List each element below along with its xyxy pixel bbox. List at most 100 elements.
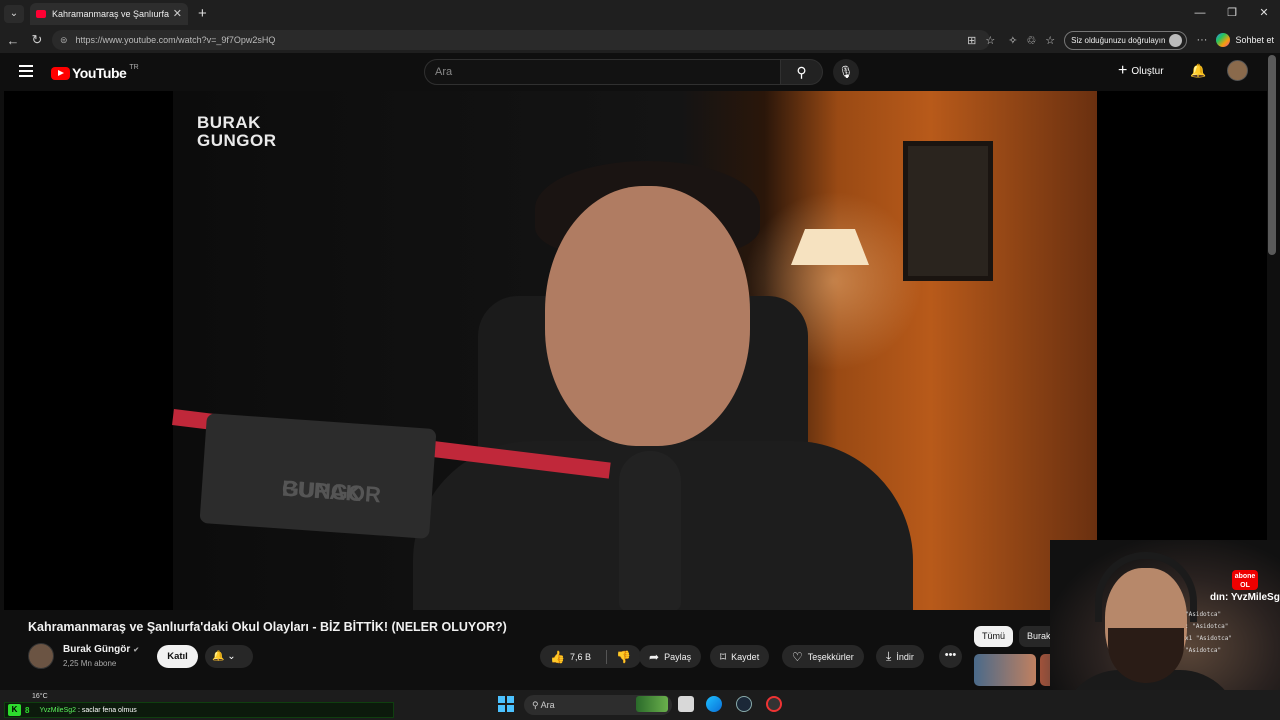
microphone-icon: 🎙 bbox=[838, 65, 854, 79]
minimize-icon[interactable]: — bbox=[1184, 0, 1216, 27]
youtube-logo[interactable]: YouTube TR bbox=[51, 64, 139, 81]
like-count: 7,6 B bbox=[569, 651, 591, 662]
channel-avatar[interactable] bbox=[28, 643, 54, 669]
task-view-icon[interactable] bbox=[678, 696, 694, 712]
wall-picture-frame bbox=[903, 141, 993, 281]
mount-text-2: GUNGOR bbox=[281, 475, 382, 508]
youtube-header: YouTube TR Ara ⚲ 🎙 + Oluştur 🔔 bbox=[0, 53, 1280, 91]
verify-label: Siz olduğunuzu doğrulayın bbox=[1071, 35, 1166, 45]
page-scrollbar[interactable] bbox=[1268, 55, 1276, 255]
download-label: İndir bbox=[896, 651, 914, 662]
url-text: https://www.youtube.com/watch?v=_9f7Opw2… bbox=[75, 35, 276, 45]
verify-identity-button[interactable]: Siz olduğunuzu doğrulayın bbox=[1064, 30, 1188, 50]
chat-ticker-message: YvzMileSg2 : saclar fena olmus bbox=[39, 707, 136, 714]
create-label: Oluştur bbox=[1131, 65, 1164, 77]
browser-tab-active[interactable]: Kahramanmaraş ve Şanlıurfa'daki Okul Ola… bbox=[30, 2, 188, 25]
channel-name-text: Burak Güngör bbox=[63, 644, 131, 655]
search-icon: ⚲ bbox=[796, 64, 807, 80]
weather-widget[interactable]: 16°C bbox=[32, 693, 48, 700]
join-button[interactable]: Katıl bbox=[157, 645, 198, 668]
like-button[interactable]: 👍 7,6 B 👎 bbox=[540, 645, 641, 668]
reload-icon[interactable]: ↻ bbox=[25, 32, 49, 48]
steam-icon[interactable] bbox=[736, 696, 752, 712]
like-divider bbox=[605, 649, 607, 664]
chat-line: x1 "Asidotca" bbox=[1185, 635, 1232, 642]
recommended-video-thumbnail[interactable] bbox=[974, 654, 1036, 686]
app-available-icon[interactable]: ⊞ bbox=[967, 34, 976, 47]
share-arrow-icon: ➦ bbox=[649, 649, 660, 664]
tab-title: Kahramanmaraş ve Şanlıurfa'daki Okul Ola… bbox=[52, 8, 169, 19]
copilot-label: Sohbet et bbox=[1235, 35, 1274, 45]
notifications-bell-icon[interactable]: 🔔 bbox=[1190, 63, 1206, 79]
edge-browser-icon[interactable] bbox=[706, 696, 722, 712]
mic-arm-mount: BURAK GUNGOR bbox=[199, 413, 437, 539]
subscription-notifications-button[interactable]: 🔔 ⌄ bbox=[205, 645, 253, 668]
chat-message-text: : saclar fena olmus bbox=[76, 706, 137, 714]
url-field[interactable]: ⊜ https://www.youtube.com/watch?v=_9f7Op… bbox=[52, 30, 990, 50]
presenter-face bbox=[545, 186, 750, 446]
video-title: Kahramanmaraş ve Şanlıurfa'daki Okul Ola… bbox=[28, 620, 507, 634]
thanks-label: Teşekkürler bbox=[807, 651, 854, 662]
chat-line: "Asidotca" bbox=[1185, 611, 1222, 618]
windows-start-icon[interactable] bbox=[498, 696, 514, 712]
tab-close-icon[interactable]: ✕ bbox=[173, 7, 182, 20]
temperature: 16°C bbox=[32, 693, 48, 700]
chat-line: "Asidotca" bbox=[1185, 647, 1222, 654]
bell-icon: 🔔 bbox=[212, 651, 225, 662]
back-icon[interactable]: ← bbox=[1, 33, 25, 48]
download-button[interactable]: ⤓ İndir bbox=[876, 645, 924, 668]
create-button[interactable]: + Oluştur bbox=[1118, 63, 1164, 79]
taskbar-search-placeholder: Ara bbox=[540, 700, 555, 710]
save-label: Kaydet bbox=[731, 651, 760, 662]
youtube-wordmark: YouTube bbox=[72, 65, 127, 81]
viewer-count: 8 bbox=[25, 705, 30, 715]
headphones-icon bbox=[1095, 552, 1197, 622]
new-tab-icon[interactable]: + bbox=[198, 5, 207, 22]
voice-search-button[interactable]: 🎙 bbox=[833, 59, 859, 85]
thumbs-down-icon[interactable]: 👎 bbox=[616, 650, 631, 664]
chevron-down-icon: ⌄ bbox=[227, 651, 236, 662]
window-close-icon[interactable]: ✕ bbox=[1248, 0, 1280, 27]
save-button[interactable]: ⌑ Kaydet bbox=[710, 645, 770, 668]
extensions-icon[interactable]: ✧ bbox=[1008, 34, 1017, 47]
copilot-button[interactable]: Sohbet et bbox=[1216, 33, 1274, 47]
favorite-star-icon[interactable]: ☆ bbox=[985, 34, 995, 47]
kick-logo-icon: K bbox=[8, 704, 21, 716]
channel-watermark: BURAK GUNGOR bbox=[197, 114, 277, 150]
window-controls: — ❐ ✕ bbox=[1184, 0, 1280, 27]
youtube-play-icon bbox=[51, 66, 70, 80]
watermark-line-2: GUNGOR bbox=[197, 131, 277, 150]
microphone bbox=[619, 451, 681, 610]
chat-username: YvzMileSg2 bbox=[39, 706, 77, 714]
subscribe-overlay-badge: abone OL bbox=[1232, 570, 1258, 590]
obs-recording-icon[interactable] bbox=[766, 696, 782, 712]
browser-essentials-icon[interactable]: ♲ bbox=[1026, 34, 1036, 47]
restore-icon[interactable]: ❐ bbox=[1216, 0, 1248, 27]
settings-more-icon[interactable]: ··· bbox=[1196, 34, 1207, 46]
verified-icon: ✔ bbox=[133, 647, 140, 654]
bookmark-icon: ⌑ bbox=[720, 649, 727, 664]
abone-text: abone bbox=[1234, 573, 1256, 580]
address-bar-row: ← ↻ ⊜ https://www.youtube.com/watch?v=_9… bbox=[0, 27, 1280, 53]
favorites-icon[interactable]: ☆ bbox=[1045, 34, 1055, 47]
channel-name[interactable]: Burak Güngör ✔ bbox=[63, 644, 139, 655]
menu-hamburger-icon[interactable] bbox=[19, 65, 33, 77]
search-highlight-icon bbox=[636, 696, 668, 712]
address-bar-actions: ⊞ ☆ ✧ ♲ ☆ Siz olduğunuzu doğrulayın ··· … bbox=[967, 30, 1274, 50]
search-input[interactable]: Ara bbox=[424, 59, 781, 85]
share-label: Paylaş bbox=[664, 651, 692, 662]
video-player[interactable]: BURAK GUNGOR BURAK GUNGOR bbox=[4, 91, 1267, 610]
super-thanks-icon: ♡ bbox=[792, 649, 803, 664]
youtube-favicon-icon bbox=[36, 9, 46, 18]
share-button[interactable]: ➦ Paylaş bbox=[639, 645, 702, 668]
thanks-button[interactable]: ♡ Teşekkürler bbox=[782, 645, 864, 668]
search-button[interactable]: ⚲ bbox=[781, 59, 823, 85]
more-actions-icon[interactable]: ••• bbox=[939, 645, 962, 668]
plus-icon: + bbox=[1118, 62, 1128, 79]
stream-chat-ticker: K 8 YvzMileSg2 : saclar fena olmus bbox=[4, 702, 394, 718]
site-info-icon[interactable]: ⊜ bbox=[60, 35, 68, 46]
user-avatar[interactable] bbox=[1227, 60, 1248, 81]
chat-line: : "Asidotca" bbox=[1185, 623, 1229, 630]
tab-actions-chevron-icon[interactable]: ⌄ bbox=[4, 4, 24, 23]
chip-all[interactable]: Tümü bbox=[974, 626, 1014, 647]
